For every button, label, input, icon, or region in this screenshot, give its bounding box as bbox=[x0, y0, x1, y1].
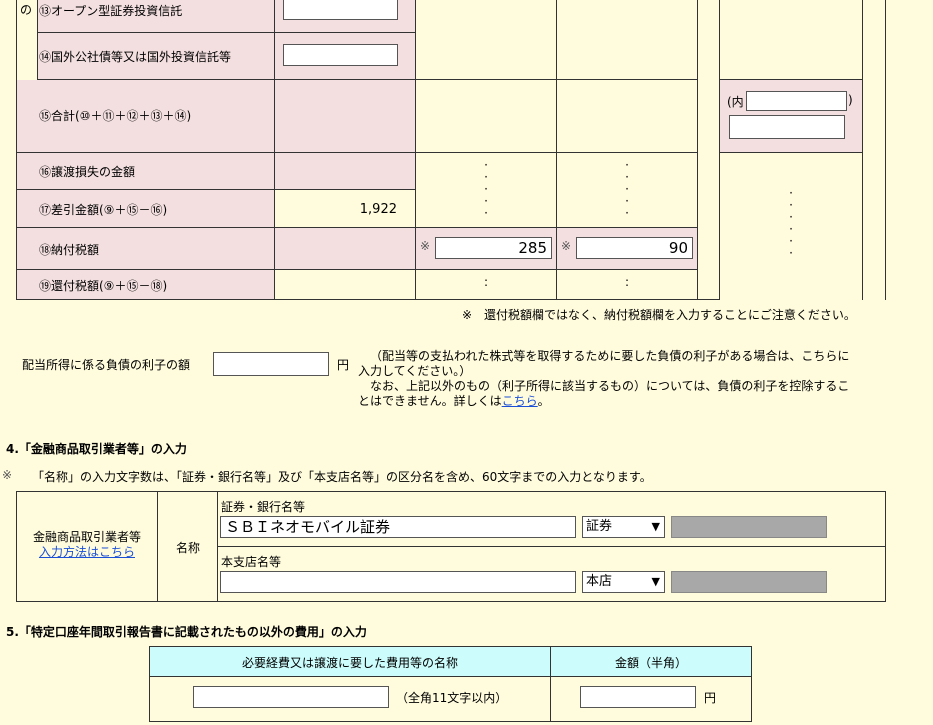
row-17-value: 1,922 bbox=[359, 202, 397, 217]
broker-divider-1 bbox=[157, 491, 158, 602]
row-15-total-input[interactable] bbox=[729, 115, 845, 139]
bank-name-label: 証券・銀行名等 bbox=[221, 500, 306, 514]
row-13-label-cell: ⑬オープン型証券投資信託 bbox=[37, 0, 275, 33]
broker-howto-link[interactable]: 入力方法はこちら bbox=[39, 545, 135, 559]
branch-name-label: 本支店名等 bbox=[221, 555, 282, 569]
interest-amount-input[interactable] bbox=[213, 352, 329, 376]
row-18-mark2: ※ bbox=[561, 239, 572, 253]
row-19-col2 bbox=[275, 270, 416, 300]
interest-note-line1: （配当等の支払われた株式等を取得するために要した負債の利子がある場合は、こちらに bbox=[370, 349, 850, 363]
row-18-col2 bbox=[275, 228, 416, 270]
row-15-col2 bbox=[275, 80, 416, 153]
expense-amount-unit: 円 bbox=[704, 691, 717, 705]
row-15-label: ⑮合計(⑩＋⑪＋⑫＋⑬＋⑭) bbox=[39, 109, 192, 123]
row-13-label: ⑬オープン型証券投資信託 bbox=[39, 4, 183, 18]
row-19-label-cell: ⑲還付税額(⑨＋⑮－⑱) bbox=[16, 270, 275, 300]
interest-note-line4-end: 。 bbox=[537, 394, 550, 408]
row-15-col3 bbox=[416, 80, 557, 153]
branch-extra-field-disabled bbox=[671, 571, 827, 593]
interest-details-link[interactable]: こちら bbox=[502, 394, 538, 408]
dots-col3: · · · · · bbox=[484, 158, 488, 220]
row-17-label-cell: ⑰差引金額(⑨＋⑮－⑯) bbox=[16, 190, 275, 228]
row-15-inner-prefix: (内 bbox=[727, 95, 744, 109]
interest-label: 配当所得に係る負債の利子の額 bbox=[22, 358, 191, 372]
table-side-cell: の bbox=[16, 0, 38, 80]
tax-paid-input-2[interactable]: 90 bbox=[576, 237, 693, 259]
gap-column bbox=[698, 0, 720, 300]
dots-row19-col3: : bbox=[483, 275, 489, 289]
row-14-label-cell: ⑭国外公社債等又は国外投資信託等 bbox=[37, 33, 275, 80]
branch-name-input[interactable] bbox=[220, 571, 576, 593]
expense-name-hint: （全角11文字以内） bbox=[396, 691, 508, 705]
row-13-input[interactable] bbox=[283, 0, 398, 20]
row-19-col3: : bbox=[416, 270, 557, 300]
dots-right-col: · · · · · · bbox=[789, 186, 793, 260]
interest-note-line2: 入力してください。） bbox=[358, 364, 472, 378]
interest-unit: 円 bbox=[337, 358, 350, 372]
row-15-col4 bbox=[557, 80, 698, 153]
interest-note-line3: なお、上記以外のもの（利子所得に該当するもの）については、負債の利子を控除するこ bbox=[370, 379, 850, 393]
tax-table-note: ※ 還付税額欄ではなく、納付税額欄を入力することにご注意ください。 bbox=[462, 308, 856, 322]
bank-type-value: 証券 bbox=[586, 519, 613, 534]
right-col-lower: · · · · · · bbox=[720, 153, 863, 300]
row-16-17-col4: · · · · · bbox=[557, 153, 698, 228]
row-16-17-col3: · · · · · bbox=[416, 153, 557, 228]
section-4-note-mark: ※ bbox=[2, 468, 13, 482]
row-18-col3: ※ 285 bbox=[416, 228, 557, 270]
broker-divider-3 bbox=[217, 546, 886, 547]
broker-name-label: 名称 bbox=[176, 541, 201, 555]
row-18-label-cell: ⑱納付税額 bbox=[16, 228, 275, 270]
row-17-label: ⑰差引金額(⑨＋⑮－⑯) bbox=[39, 203, 168, 217]
row-16-label-cell: ⑯譲渡損失の金額 bbox=[16, 153, 275, 190]
interest-note-line4-text: とはできません。詳しくは bbox=[358, 394, 502, 408]
branch-type-select[interactable]: 本店 ▼ bbox=[582, 571, 665, 593]
section-5-heading: 5.「特定口座年間取引報告書に記載されたもの以外の費用」の入力 bbox=[6, 625, 367, 639]
row-17-col2: 1,922 bbox=[275, 190, 416, 228]
row-18-col4: ※ 90 bbox=[557, 228, 698, 270]
expense-divider-h bbox=[149, 676, 752, 677]
row-19-label: ⑲還付税額(⑨＋⑮－⑱) bbox=[39, 279, 168, 293]
interest-note-line4: とはできません。詳しくはこちら。 bbox=[358, 394, 888, 409]
branch-type-value: 本店 bbox=[586, 574, 613, 589]
bank-extra-field-disabled bbox=[671, 516, 827, 538]
row-13-14-col3 bbox=[416, 0, 557, 80]
expense-name-input[interactable] bbox=[193, 686, 389, 708]
row-15-label-cell: ⑮合計(⑩＋⑪＋⑫＋⑬＋⑭) bbox=[16, 80, 275, 153]
row-15-inner-suffix: ) bbox=[848, 93, 853, 107]
dots-row19-col4: : bbox=[624, 275, 630, 289]
right-col-row15: (内 ) bbox=[720, 80, 863, 153]
row-14-label: ⑭国外公社債等又は国外投資信託等 bbox=[39, 50, 232, 64]
row-16-col2 bbox=[275, 153, 416, 190]
row-14-input[interactable] bbox=[283, 44, 398, 66]
tax-paid-input-1[interactable]: 285 bbox=[435, 237, 552, 259]
right-edge-column bbox=[863, 0, 886, 300]
chevron-down-icon: ▼ bbox=[651, 520, 660, 533]
section-4-heading: 4.「金融商品取引業者等」の入力 bbox=[6, 442, 187, 456]
expense-amount-input[interactable] bbox=[580, 686, 696, 708]
chevron-down-icon: ▼ bbox=[651, 575, 660, 588]
row-16-label: ⑯譲渡損失の金額 bbox=[39, 165, 136, 179]
row-13-14-col4 bbox=[557, 0, 698, 80]
row-14-input-cell bbox=[275, 33, 416, 80]
row-18-label: ⑱納付税額 bbox=[39, 243, 100, 257]
table-side-label: の bbox=[20, 3, 33, 17]
broker-left-label: 金融商品取引業者等 bbox=[32, 530, 141, 544]
right-col-top bbox=[720, 0, 863, 80]
interest-note: （配当等の支払われた株式等を取得するために要した負債の利子がある場合は、こちらに… bbox=[358, 349, 888, 409]
broker-left-cell: 金融商品取引業者等 入力方法はこちら bbox=[17, 530, 157, 560]
expense-col1-header: 必要経費又は譲渡に要した費用等の名称 bbox=[241, 656, 458, 670]
row-15-inner-input[interactable] bbox=[746, 91, 847, 111]
bank-name-input[interactable]: ＳＢＩネオモバイル証券 bbox=[220, 516, 576, 538]
bank-type-select[interactable]: 証券 ▼ bbox=[582, 516, 665, 538]
row-19-col4: : bbox=[557, 270, 698, 300]
row-13-input-cell bbox=[275, 0, 416, 33]
expense-col2-header: 金額（半角） bbox=[614, 656, 687, 670]
section-4-note: 「名称」の入力文字数は、「証券・銀行名等」及び「本支店名等」の区分名を含め、60… bbox=[32, 470, 652, 484]
dots-col4: · · · · · bbox=[625, 158, 629, 220]
row-18-mark1: ※ bbox=[420, 239, 431, 253]
